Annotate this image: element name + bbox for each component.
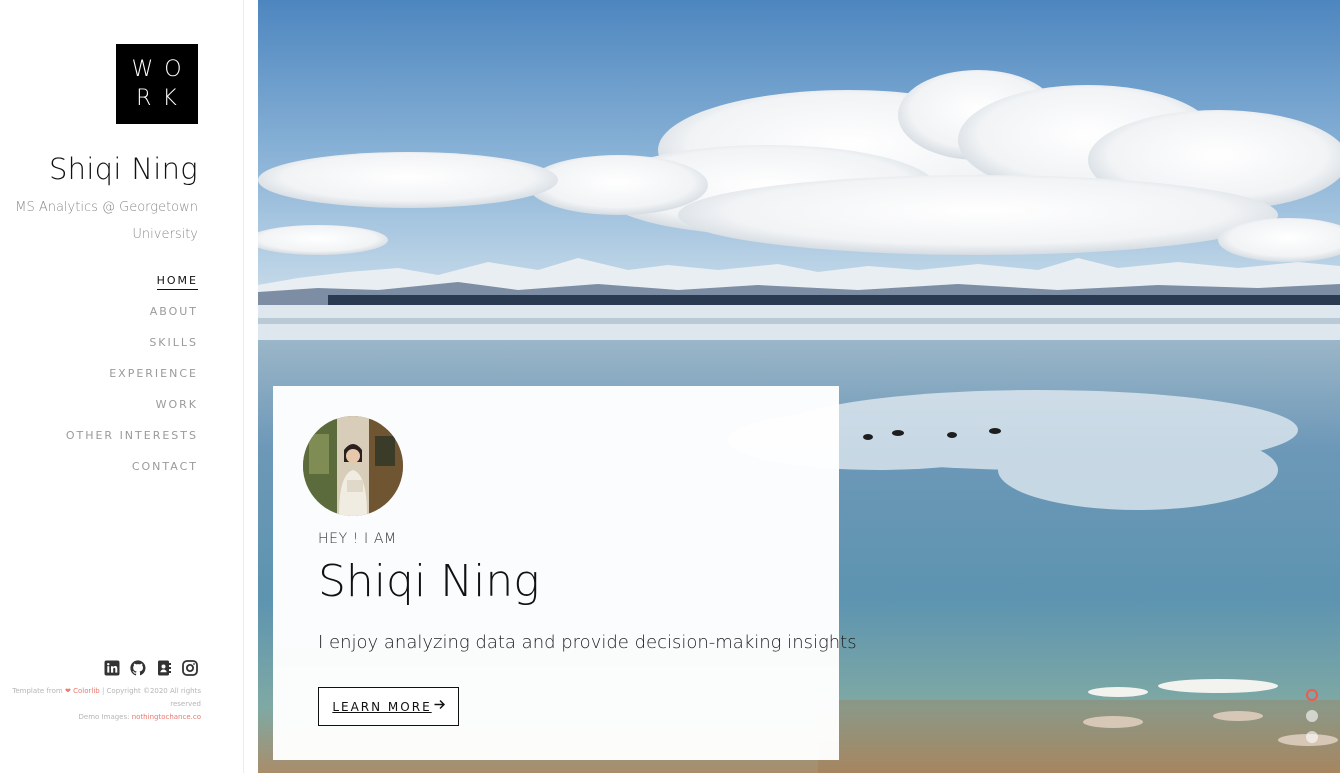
nav-item-other-interests[interactable]: OTHER INTERESTS (66, 429, 198, 444)
social-links (104, 660, 198, 676)
nav-item-work[interactable]: WORK (156, 398, 198, 413)
sidebar: WO RK Shiqi Ning MS Analytics @ Georgeto… (0, 0, 244, 773)
footer-credits: Template from ❤ Colorlib | Copyright ©20… (11, 685, 201, 724)
nav-item-skills[interactable]: SKILLS (149, 336, 198, 351)
hero-description: I enjoy analyzing data and provide decis… (318, 632, 857, 653)
hero-name: Shiqi Ning (318, 556, 540, 607)
slider-pagination (1306, 689, 1318, 743)
learn-more-button[interactable]: LEARN MORE (318, 687, 459, 726)
intro-card: HEY ! I AM Shiqi Ning I enjoy analyzing … (273, 386, 857, 760)
hero-greeting: HEY ! I AM (318, 531, 397, 547)
logo-line-1: WO (131, 57, 193, 82)
profile-photo (303, 416, 403, 516)
nav-item-home[interactable]: HOME (156, 274, 198, 290)
site-tagline: MS Analytics @ Georgetown University (15, 200, 198, 242)
footer-demo-text: Demo Images: (78, 713, 130, 721)
colorlib-link[interactable]: Colorlib (73, 687, 100, 695)
nav-item-experience[interactable]: EXPERIENCE (109, 367, 198, 382)
site-name[interactable]: Shiqi Ning (49, 152, 198, 186)
heart-icon: ❤ (64, 687, 71, 695)
linkedin-icon[interactable] (104, 660, 120, 676)
nav-item-about[interactable]: ABOUT (150, 305, 198, 320)
footer-copyright: | Copyright ©2020 All rights reserved (101, 687, 201, 708)
slider-dot-2[interactable] (1306, 710, 1318, 722)
logo-line-2: RK (136, 86, 188, 111)
github-icon[interactable] (130, 660, 146, 676)
demo-images-link[interactable]: nothingtochance.co (132, 713, 201, 721)
main-nav: HOME ABOUT SKILLS EXPERIENCE WORK OTHER … (66, 269, 198, 486)
footer-template-text: Template from (12, 687, 63, 695)
nav-item-contact[interactable]: CONTACT (132, 460, 198, 475)
avatar (303, 416, 403, 516)
slider-dot-1[interactable] (1306, 689, 1318, 701)
instagram-icon[interactable] (182, 660, 198, 676)
slider-dot-3[interactable] (1306, 731, 1318, 743)
arrow-right-icon (434, 699, 445, 714)
learn-more-label: LEARN MORE (332, 699, 432, 714)
contact-card-icon[interactable] (156, 660, 172, 676)
site-logo[interactable]: WO RK (116, 44, 198, 124)
